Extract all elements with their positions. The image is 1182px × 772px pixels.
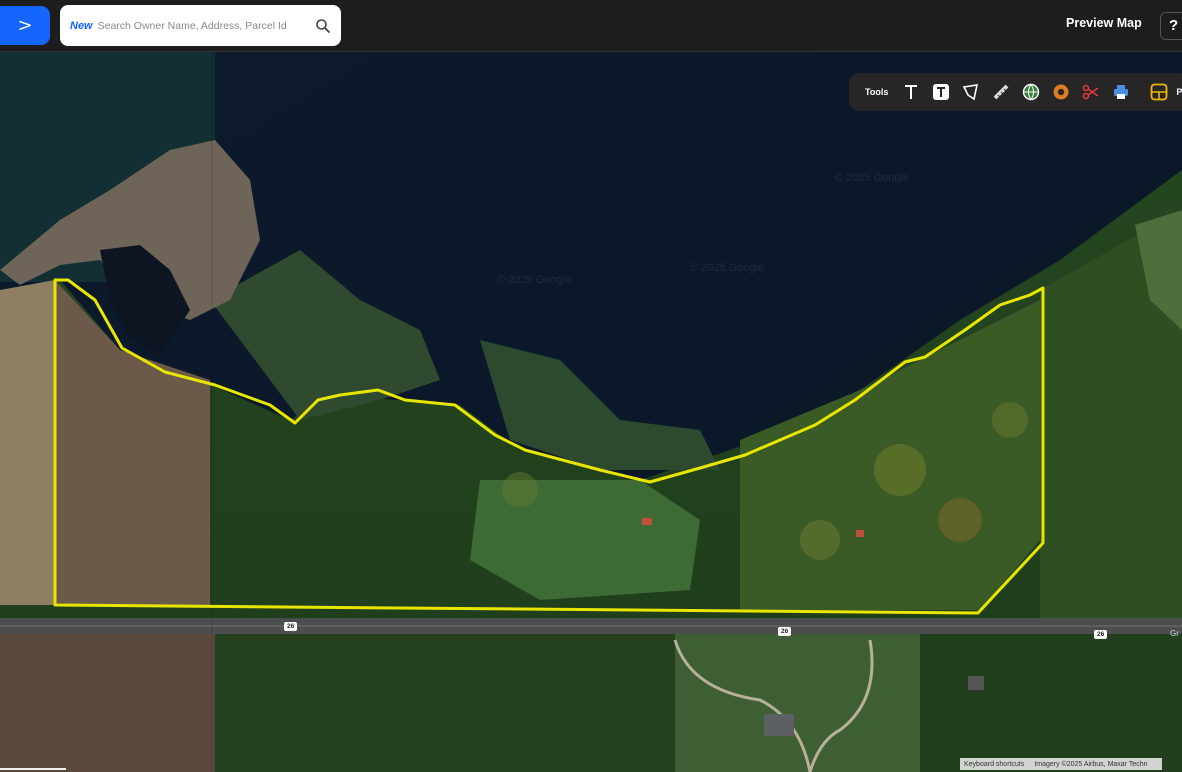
search-bar[interactable]: New <box>60 5 341 46</box>
road-name-label: Gr <box>1170 629 1179 638</box>
preview-map-button[interactable]: Preview Map <box>1066 16 1142 30</box>
map-watermark: © 2025 Google <box>835 172 910 184</box>
map-watermark: © 2025 Google <box>690 262 765 274</box>
keyboard-shortcuts-link[interactable]: Keyboard shortcuts <box>964 761 1024 768</box>
text-tool-button[interactable] <box>896 77 926 107</box>
search-input[interactable] <box>97 19 315 32</box>
top-bar: > New Preview Map ? <box>0 0 1182 52</box>
search-new-tag: New <box>70 19 93 32</box>
tools-label: Tools <box>865 87 889 97</box>
text-box-tool-button[interactable] <box>926 77 956 107</box>
polygon-icon <box>963 84 979 101</box>
satellite-map[interactable]: © 2025 Google © 2025 Google © 2025 Googl… <box>0 52 1182 772</box>
layout-icon <box>1150 83 1168 101</box>
measure-tool-button[interactable] <box>986 77 1016 107</box>
scissors-icon <box>1083 84 1099 100</box>
ring-icon <box>1053 84 1069 100</box>
globe-tool-button[interactable] <box>1016 77 1046 107</box>
globe-icon <box>1023 83 1040 101</box>
tools-toolbar: Tools P <box>849 73 1182 111</box>
ruler-icon <box>993 84 1009 100</box>
imagery-credit: Imagery ©2025 Airbus, Maxar Techn <box>1034 760 1148 768</box>
print-tool-button[interactable] <box>1106 77 1136 107</box>
layout-tool-button[interactable] <box>1144 77 1174 107</box>
search-icon[interactable] <box>315 18 331 34</box>
text-box-icon <box>933 84 950 100</box>
cut-tool-button[interactable] <box>1076 77 1106 107</box>
help-button[interactable]: ? <box>1160 12 1182 40</box>
scale-bar <box>0 768 66 770</box>
road-shield: 26 <box>1094 630 1108 639</box>
toolbar-trailing-label: P <box>1176 87 1182 97</box>
buffer-tool-button[interactable] <box>1046 77 1076 107</box>
map-attribution: Keyboard shortcuts Imagery ©2025 Airbus,… <box>960 758 1162 770</box>
printer-icon <box>1114 85 1129 99</box>
map-watermark: © 2025 Google <box>497 274 572 286</box>
polygon-tool-button[interactable] <box>956 77 986 107</box>
text-icon <box>905 85 918 99</box>
expand-button[interactable]: > <box>0 6 50 45</box>
road-shield: 26 <box>778 627 792 636</box>
satellite-imagery <box>0 52 1182 772</box>
road-shield: 26 <box>284 622 298 631</box>
chevron-right-icon: > <box>17 15 33 36</box>
